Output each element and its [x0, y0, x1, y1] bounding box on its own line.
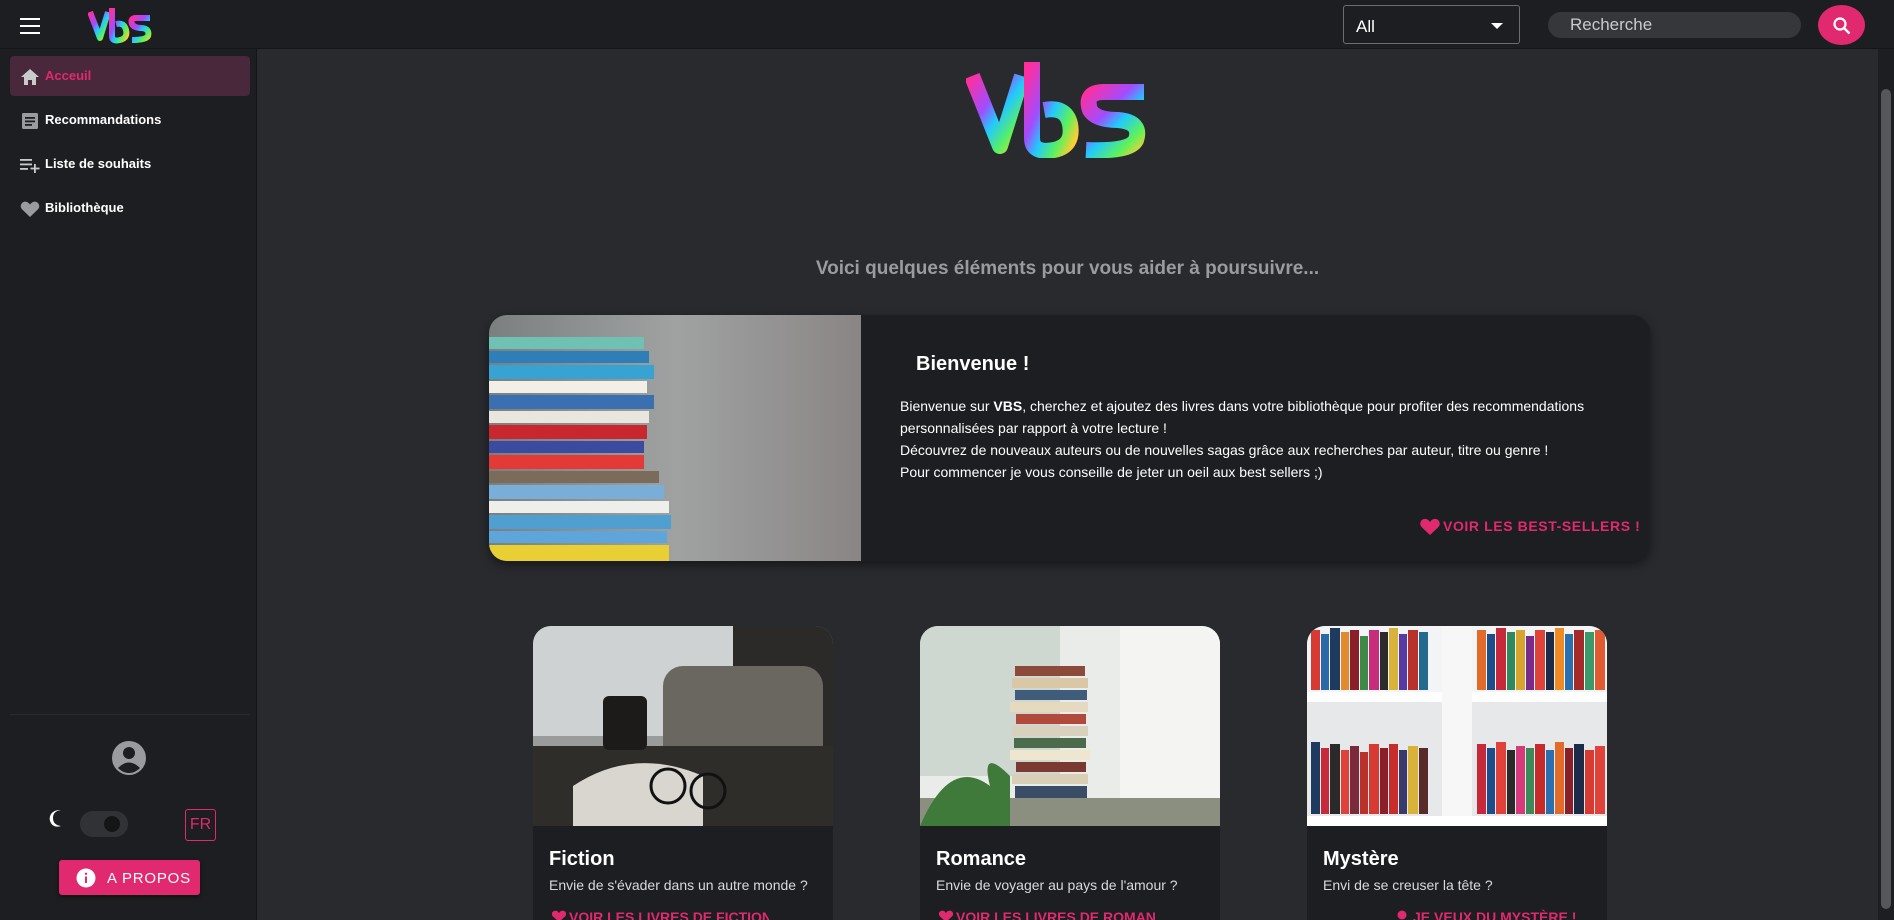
about-button[interactable]: A PROPOS — [59, 860, 200, 895]
genre-card-mystere[interactable]: Mystère Envi de se creuser la tête ? JE … — [1307, 626, 1607, 920]
info-icon — [76, 868, 96, 888]
welcome-text-line2: Découvrez de nouveaux auteurs ou de nouv… — [900, 442, 1549, 458]
welcome-title: Bienvenue ! — [916, 353, 1030, 375]
genre-subtitle: Envie de voyager au pays de l'amour ? — [936, 877, 1178, 893]
account-circle-icon[interactable] — [111, 740, 147, 776]
sidebar-item-label: Bibliothèque — [45, 200, 124, 215]
search-input[interactable] — [1548, 12, 1801, 38]
toggle-knob — [104, 816, 120, 832]
book-stack-image — [489, 315, 861, 561]
search-icon — [1397, 910, 1407, 920]
fiction-image — [533, 626, 833, 826]
sidebar-item-label: Liste de souhaits — [45, 156, 152, 171]
sidebar-item-label: Acceuil — [45, 68, 92, 83]
sidebar-item-label: Recommandations — [45, 112, 162, 127]
welcome-card: Bienvenue ! Bienvenue sur VBS, cherchez … — [489, 315, 1650, 561]
genre-title: Romance — [936, 848, 1027, 870]
sidebar-footer: FR A PROPOS — [10, 714, 250, 910]
category-select[interactable]: All — [1343, 5, 1520, 44]
welcome-text-line3: Pour commencer je vous conseille de jete… — [900, 464, 1323, 480]
menu-icon[interactable] — [18, 15, 42, 35]
genre-title: Mystère — [1323, 848, 1399, 870]
about-button-label: A PROPOS — [107, 870, 191, 887]
sidebar-item-bibliotheque[interactable]: Bibliothèque — [10, 188, 250, 228]
chevron-down-icon — [1491, 23, 1503, 29]
top-app-bar: All — [0, 0, 1894, 49]
best-sellers-label: VOIR LES BEST-SELLERS ! — [1443, 518, 1641, 534]
heart-icon — [20, 201, 40, 217]
language-button[interactable]: FR — [185, 809, 216, 841]
category-select-value: All — [1356, 17, 1375, 36]
sidebar: Acceuil Recommandations Liste de souhait… — [0, 49, 257, 920]
heart-icon — [1420, 518, 1440, 535]
search-icon — [1833, 17, 1851, 35]
home-icon — [21, 69, 39, 85]
genre-link-label[interactable]: VOIR LES LIVRES DE FICTION ! — [569, 909, 769, 920]
vbs-hero-logo — [966, 62, 1146, 158]
genre-link-label[interactable]: VOIR LES LIVRES DE ROMANCE ! — [956, 909, 1156, 920]
sidebar-item-liste-de-souhaits[interactable]: Liste de souhaits — [10, 144, 250, 184]
vbs-logo[interactable] — [88, 6, 154, 44]
mystere-image — [1307, 626, 1607, 826]
heart-icon — [551, 910, 567, 920]
moon-icon — [49, 809, 61, 827]
article-icon — [22, 113, 38, 129]
genre-title: Fiction — [549, 848, 615, 870]
welcome-text: Bienvenue sur VBS, cherchez et ajoutez d… — [900, 395, 1620, 483]
scrollbar-thumb[interactable] — [1881, 89, 1891, 909]
welcome-text-line1-start: Bienvenue sur — [900, 398, 994, 414]
intro-text: Voici quelques éléments pour vous aider … — [815, 258, 1320, 279]
genre-subtitle: Envie de s'évader dans un autre monde ? — [549, 877, 808, 893]
search-button[interactable] — [1818, 5, 1865, 45]
sidebar-item-acceuil[interactable]: Acceuil — [10, 56, 250, 96]
heart-icon — [938, 910, 954, 920]
playlist-add-icon — [20, 159, 40, 173]
dark-mode-toggle[interactable] — [80, 811, 128, 837]
genre-link-label[interactable]: JE VEUX DU MYSTÈRE ! — [1413, 909, 1607, 920]
sidebar-item-recommandations[interactable]: Recommandations — [10, 100, 250, 140]
scrollbar[interactable] — [1878, 49, 1894, 920]
welcome-text-brand: VBS — [993, 398, 1023, 414]
genre-card-fiction[interactable]: Fiction Envie de s'évader dans un autre … — [533, 626, 833, 920]
genre-card-romance[interactable]: Romance Envie de voyager au pays de l'am… — [920, 626, 1220, 920]
genre-subtitle: Envi de se creuser la tête ? — [1323, 877, 1493, 893]
romance-image — [920, 626, 1220, 826]
